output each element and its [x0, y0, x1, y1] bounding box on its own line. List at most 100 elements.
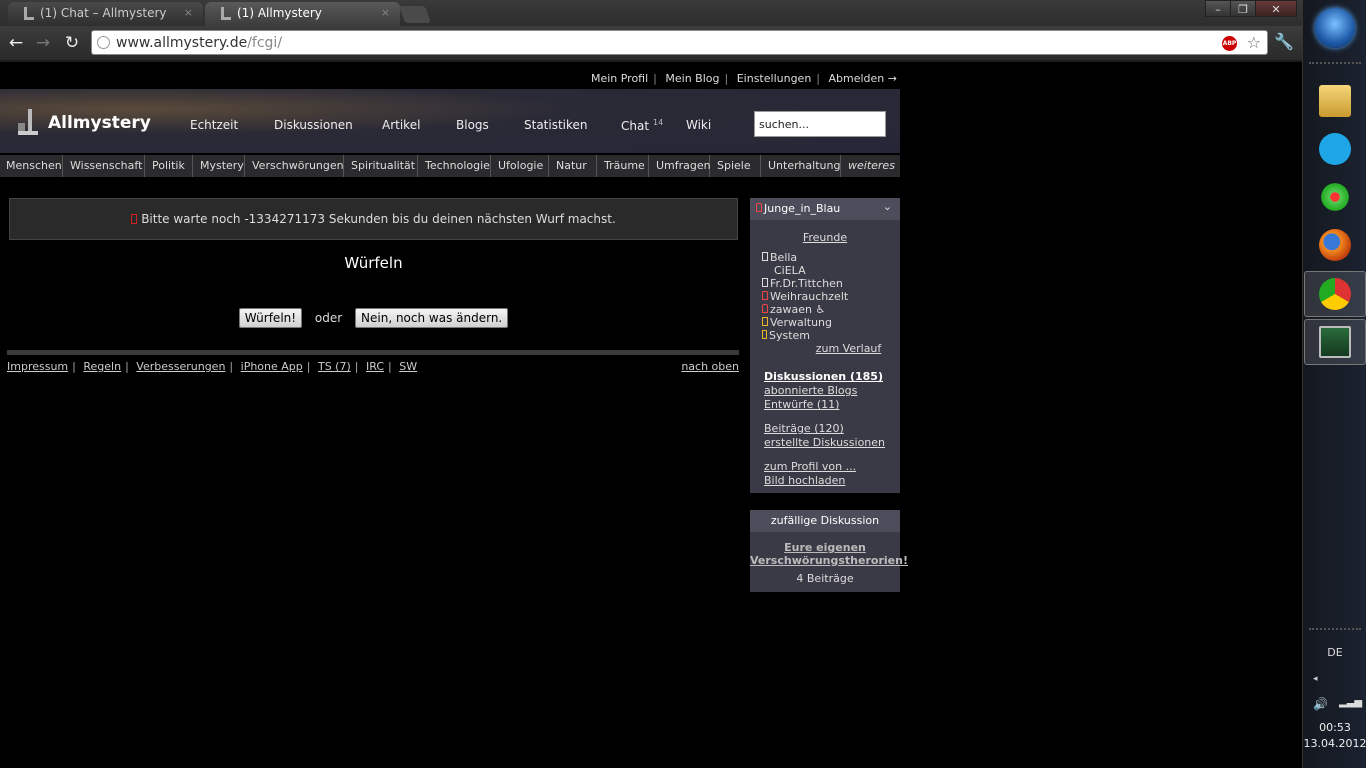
taskbar-monitor[interactable] — [1304, 319, 1366, 365]
start-button[interactable] — [1315, 8, 1355, 48]
allmystery-favicon-icon — [24, 7, 34, 20]
tab-chat[interactable]: (1) Chat – Allmystery × — [8, 2, 203, 26]
category-item[interactable]: Unterhaltung — [762, 155, 841, 177]
category-item[interactable]: Menschen — [0, 155, 63, 177]
footer-link-verbesserungen[interactable]: Verbesserungen — [136, 360, 225, 373]
my-blog-link[interactable]: Mein Blog — [665, 72, 719, 85]
maximize-button[interactable]: ❐ — [1230, 0, 1256, 17]
category-item[interactable]: Politik — [146, 155, 193, 177]
category-item[interactable]: Mystery — [194, 155, 245, 177]
back-to-top-link[interactable]: nach oben — [681, 360, 739, 373]
my-profile-link[interactable]: Mein Profil — [591, 72, 648, 85]
wheelchair-icon: ♿ — [815, 303, 826, 316]
friend-item[interactable]: Weihrauchzelt — [762, 290, 900, 303]
tab-allmystery[interactable]: (1) Allmystery × — [205, 2, 400, 26]
nav-artikel[interactable]: Artikel — [382, 118, 420, 132]
nav-wiki[interactable]: Wiki — [686, 118, 711, 132]
taskbar-chrome[interactable] — [1304, 271, 1366, 317]
change-button[interactable]: Nein, noch was ändern. — [355, 308, 509, 328]
volume-icon[interactable]: 🔊 — [1313, 697, 1328, 711]
profile-link[interactable]: zum Profil von ... — [764, 460, 900, 474]
friend-item[interactable]: System — [762, 329, 900, 342]
footer-link-impressum[interactable]: Impressum — [7, 360, 68, 373]
category-bar: Menschen Wissenschaft Politik Mystery Ve… — [0, 155, 900, 177]
category-item[interactable]: Spiritualität — [345, 155, 418, 177]
user-icon — [762, 291, 768, 300]
upload-image-link[interactable]: Bild hochladen — [764, 474, 900, 488]
friend-item[interactable]: CiELA — [762, 264, 900, 277]
reload-button[interactable]: ↻ — [62, 32, 82, 54]
dice-actions: Würfeln! oder Nein, noch was ändern. — [9, 308, 738, 328]
user-sidebar: Junge_in_Blau ⌄ Freunde Bella CiELA Fr.D… — [750, 198, 900, 493]
wrench-menu-icon[interactable]: 🔧 — [1274, 32, 1294, 51]
footer-link-regeln[interactable]: Regeln — [83, 360, 121, 373]
nav-statistiken[interactable]: Statistiken — [524, 118, 588, 132]
close-icon[interactable]: × — [381, 6, 390, 19]
category-item[interactable]: Technologie — [419, 155, 491, 177]
category-item[interactable]: Wissenschaft — [64, 155, 145, 177]
logo-text: Allmystery — [48, 113, 151, 133]
tab-label: (1) Allmystery — [237, 6, 322, 20]
tab-label: (1) Chat – Allmystery — [40, 6, 167, 20]
new-tab-button[interactable] — [398, 6, 432, 23]
taskbar-icq[interactable] — [1311, 176, 1359, 218]
bookmark-star-icon[interactable]: ☆ — [1247, 33, 1261, 52]
globe-icon — [97, 36, 110, 49]
url-text: www.allmystery.de/fcgi/ — [116, 35, 283, 51]
footer-link-irc[interactable]: IRC — [366, 360, 384, 373]
category-item[interactable]: Träume — [598, 155, 649, 177]
footer-link-sw[interactable]: SW — [399, 360, 417, 373]
footer-link-iphone[interactable]: iPhone App — [241, 360, 303, 373]
nav-blogs[interactable]: Blogs — [456, 118, 489, 132]
network-icon[interactable]: ▂▃▅ — [1339, 697, 1362, 708]
forward-button[interactable]: → — [33, 32, 53, 54]
search-input[interactable] — [754, 111, 886, 137]
nav-echtzeit[interactable]: Echtzeit — [190, 118, 238, 132]
friend-item[interactable]: zawaen ♿ — [762, 303, 900, 316]
taskbar-skype[interactable] — [1311, 128, 1359, 170]
nav-chat[interactable]: Chat 14 — [621, 118, 663, 133]
roll-dice-button[interactable]: Würfeln! — [238, 308, 303, 328]
clock-date: 13.04.2012 — [1303, 737, 1366, 750]
category-more[interactable]: weiteres — [842, 155, 900, 177]
history-link[interactable]: zum Verlauf — [797, 342, 900, 355]
user-header[interactable]: Junge_in_Blau ⌄ — [750, 198, 900, 220]
friend-item[interactable]: Bella — [762, 251, 900, 264]
address-bar[interactable]: www.allmystery.de/fcgi/ ABP ☆ — [91, 30, 1268, 55]
friends-list: Bella CiELA Fr.Dr.Tittchen Weihrauchzelt… — [750, 251, 900, 342]
settings-link[interactable]: Einstellungen — [737, 72, 812, 85]
friend-item[interactable]: Fr.Dr.Tittchen — [762, 277, 900, 290]
site-logo[interactable]: Allmystery — [18, 109, 158, 137]
language-indicator[interactable]: DE — [1303, 646, 1366, 659]
category-item[interactable]: Ufologie — [492, 155, 549, 177]
footer-link-ts[interactable]: TS (7) — [318, 360, 351, 373]
user-icon — [762, 304, 768, 313]
clock[interactable]: 00:53 13.04.2012 — [1303, 720, 1366, 752]
friend-item[interactable]: Verwaltung — [762, 316, 900, 329]
category-item[interactable]: Umfragen — [650, 155, 711, 177]
taskbar-explorer[interactable] — [1311, 80, 1359, 122]
friends-heading[interactable]: Freunde — [750, 231, 900, 244]
category-item[interactable]: Spiele — [711, 155, 761, 177]
posts-link[interactable]: Beiträge (120) — [764, 422, 900, 436]
random-discussion-link[interactable]: Eure eigenen Verschwörungstherorien! — [750, 541, 908, 567]
back-button[interactable]: ← — [6, 32, 26, 54]
close-icon[interactable]: × — [184, 6, 193, 19]
category-item[interactable]: Verschwörungen — [246, 155, 344, 177]
category-item[interactable]: Natur — [550, 155, 597, 177]
tray-expand-icon[interactable]: ◂ — [1313, 674, 1318, 684]
nav-diskussionen[interactable]: Diskussionen — [274, 118, 353, 132]
created-discussions-link[interactable]: erstellte Diskussionen — [764, 436, 900, 450]
minimize-button[interactable]: – — [1205, 0, 1231, 17]
close-window-button[interactable]: ✕ — [1255, 0, 1297, 17]
chrome-icon — [1319, 278, 1351, 310]
discussions-link[interactable]: Diskussionen (185) — [764, 370, 900, 384]
drafts-link[interactable]: Entwürfe (11) — [764, 398, 900, 412]
subscribed-blogs-link[interactable]: abonnierte Blogs — [764, 384, 900, 398]
chevron-down-icon[interactable]: ⌄ — [883, 200, 892, 213]
user-top-nav: Mein Profil | Mein Blog | Einstellungen | A… — [590, 72, 897, 85]
web-page: Mein Profil | Mein Blog | Einstellungen | A… — [0, 62, 1302, 768]
logout-link[interactable]: Abmelden → — [829, 72, 897, 85]
taskbar-firefox[interactable] — [1311, 224, 1359, 266]
adblock-icon[interactable]: ABP — [1222, 36, 1237, 51]
